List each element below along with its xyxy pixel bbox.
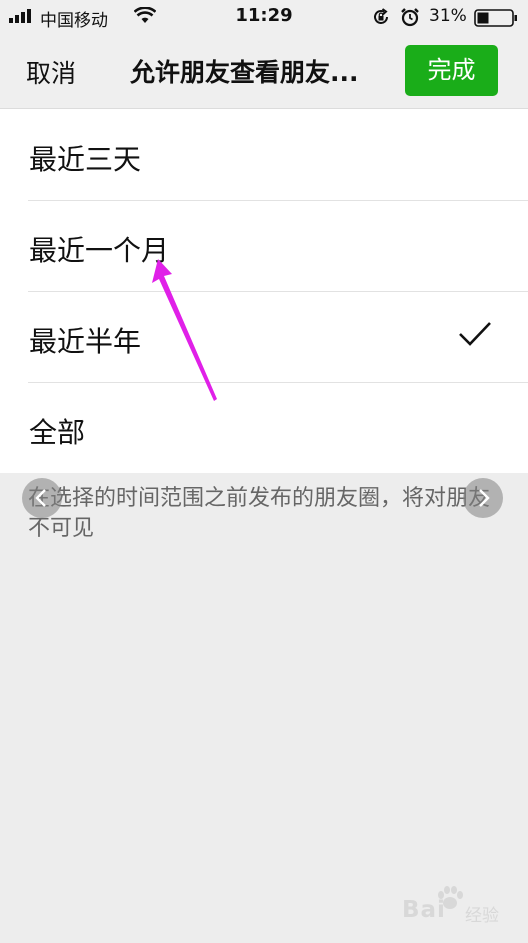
cancel-button[interactable]: 取消 [26, 54, 76, 90]
nav-bar: 取消 允许朋友查看朋友... 完成 [0, 34, 528, 109]
page-title: 允许朋友查看朋友... [130, 58, 359, 87]
checkmark-icon [459, 322, 491, 346]
watermark-sub: 经验 [465, 906, 499, 926]
previous-image-button[interactable] [22, 478, 62, 518]
option-last-half-year[interactable]: 最近半年 [0, 291, 528, 382]
option-label: 最近三天 [29, 143, 142, 176]
watermark-brand: Bai [402, 897, 446, 923]
option-all[interactable]: 全部 [0, 382, 528, 473]
hint-text: 在选择的时间范围之前发布的朋友圈，将对朋友不可见 [28, 486, 491, 541]
baidu-watermark: Bai 经验 [402, 885, 512, 935]
option-last-three-days[interactable]: 最近三天 [0, 109, 528, 200]
status-bar: 中国移动 11:29 31% [0, 0, 528, 34]
done-button[interactable]: 完成 [405, 45, 498, 96]
battery-percent: 31% [429, 6, 467, 26]
battery-icon [474, 9, 517, 27]
alarm-icon [401, 8, 419, 27]
annotation-arrow [152, 259, 217, 401]
rotation-lock-icon [374, 8, 388, 24]
option-label: 全部 [29, 416, 86, 449]
chevron-right-icon [479, 489, 490, 507]
option-label: 最近半年 [29, 325, 142, 358]
option-label: 最近一个月 [29, 234, 170, 267]
option-last-month[interactable]: 最近一个月 [0, 200, 528, 291]
chevron-left-icon [35, 489, 46, 507]
time-range-options: 最近三天 最近一个月 最近半年 全部 [0, 109, 528, 473]
next-image-button[interactable] [463, 478, 503, 518]
